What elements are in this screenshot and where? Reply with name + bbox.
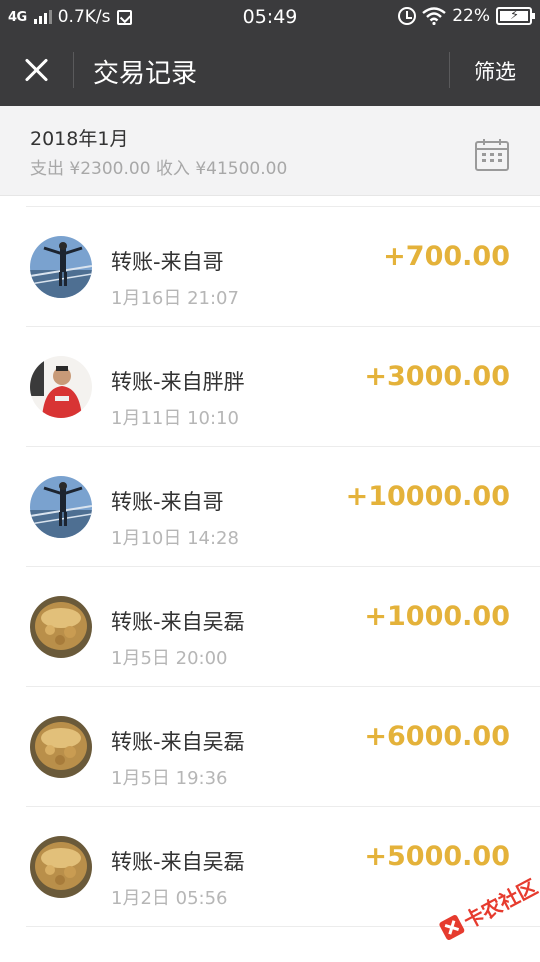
avatar bbox=[30, 236, 92, 298]
row-separator bbox=[26, 206, 540, 207]
row-separator bbox=[26, 686, 540, 687]
transaction-amount: +1000.00 bbox=[364, 601, 510, 632]
transaction-title: 转账-来自哥 bbox=[111, 250, 224, 274]
transaction-time: 1月16日 21:07 bbox=[111, 288, 239, 309]
avatar bbox=[30, 956, 92, 960]
avatar bbox=[30, 716, 92, 778]
close-icon[interactable] bbox=[14, 48, 58, 92]
status-right: 22% ⚡ bbox=[398, 6, 535, 26]
battery-icon: ⚡ bbox=[496, 7, 535, 25]
transaction-row[interactable]: 转账-来自哥 1月16日 21:07 +700.00 bbox=[0, 206, 540, 326]
transaction-time: 1月5日 20:00 bbox=[111, 648, 228, 669]
month-section: 2018年1月 支出 ¥2300.00 收入 ¥41500.00 bbox=[0, 106, 540, 196]
transaction-time: 1月11日 10:10 bbox=[111, 408, 239, 429]
transaction-time: 1月2日 05:56 bbox=[111, 888, 228, 909]
divider bbox=[449, 52, 450, 88]
transaction-title: 转账-来自吴磊 bbox=[111, 850, 245, 874]
avatar bbox=[30, 356, 92, 418]
transaction-amount: +5000.00 bbox=[364, 841, 510, 872]
transaction-amount: +700.00 bbox=[383, 241, 510, 272]
month-summary: 支出 ¥2300.00 收入 ¥41500.00 bbox=[30, 159, 288, 179]
calendar-icon[interactable] bbox=[474, 137, 510, 173]
transaction-time: 1月10日 14:28 bbox=[111, 528, 239, 549]
transaction-row[interactable]: 转账-来自胖胖 1月11日 10:10 +3000.00 bbox=[0, 326, 540, 446]
row-separator bbox=[26, 566, 540, 567]
transaction-title: 转账-来自吴磊 bbox=[111, 730, 245, 754]
month-title[interactable]: 2018年1月 bbox=[30, 124, 128, 151]
transaction-title: 转账-来自吴磊 bbox=[111, 610, 245, 634]
transaction-amount: +6000.00 bbox=[364, 721, 510, 752]
transaction-amount: +10000.00 bbox=[345, 481, 510, 512]
transaction-title: 转账-来自胖胖 bbox=[111, 370, 245, 394]
page-title: 交易记录 bbox=[93, 59, 198, 89]
transaction-time: 1月5日 19:36 bbox=[111, 768, 228, 789]
row-separator bbox=[26, 446, 540, 447]
row-separator bbox=[26, 806, 540, 807]
alarm-icon bbox=[398, 7, 417, 25]
transaction-row[interactable]: 转账-来自哥 1月10日 14:28 +10000.00 bbox=[0, 446, 540, 566]
divider bbox=[73, 52, 74, 88]
nav-header: 交易记录 筛选 bbox=[0, 34, 540, 106]
row-separator bbox=[26, 326, 540, 327]
battery-percent: 22% bbox=[452, 6, 490, 26]
avatar bbox=[30, 476, 92, 538]
transaction-row[interactable]: 转账-来自吴磊 1月5日 19:36 +6000.00 bbox=[0, 686, 540, 806]
transaction-amount: +3000.00 bbox=[364, 361, 510, 392]
filter-button[interactable]: 筛选 bbox=[474, 56, 516, 86]
wifi-icon bbox=[422, 7, 446, 25]
status-bar: 4G 0.7K/s 05:49 22% ⚡ bbox=[0, 0, 540, 34]
avatar bbox=[30, 596, 92, 658]
transaction-title: 转账-来自哥 bbox=[111, 490, 224, 514]
avatar bbox=[30, 836, 92, 898]
transaction-row[interactable]: 转账-来自吴磊 1月5日 20:00 +1000.00 bbox=[0, 566, 540, 686]
